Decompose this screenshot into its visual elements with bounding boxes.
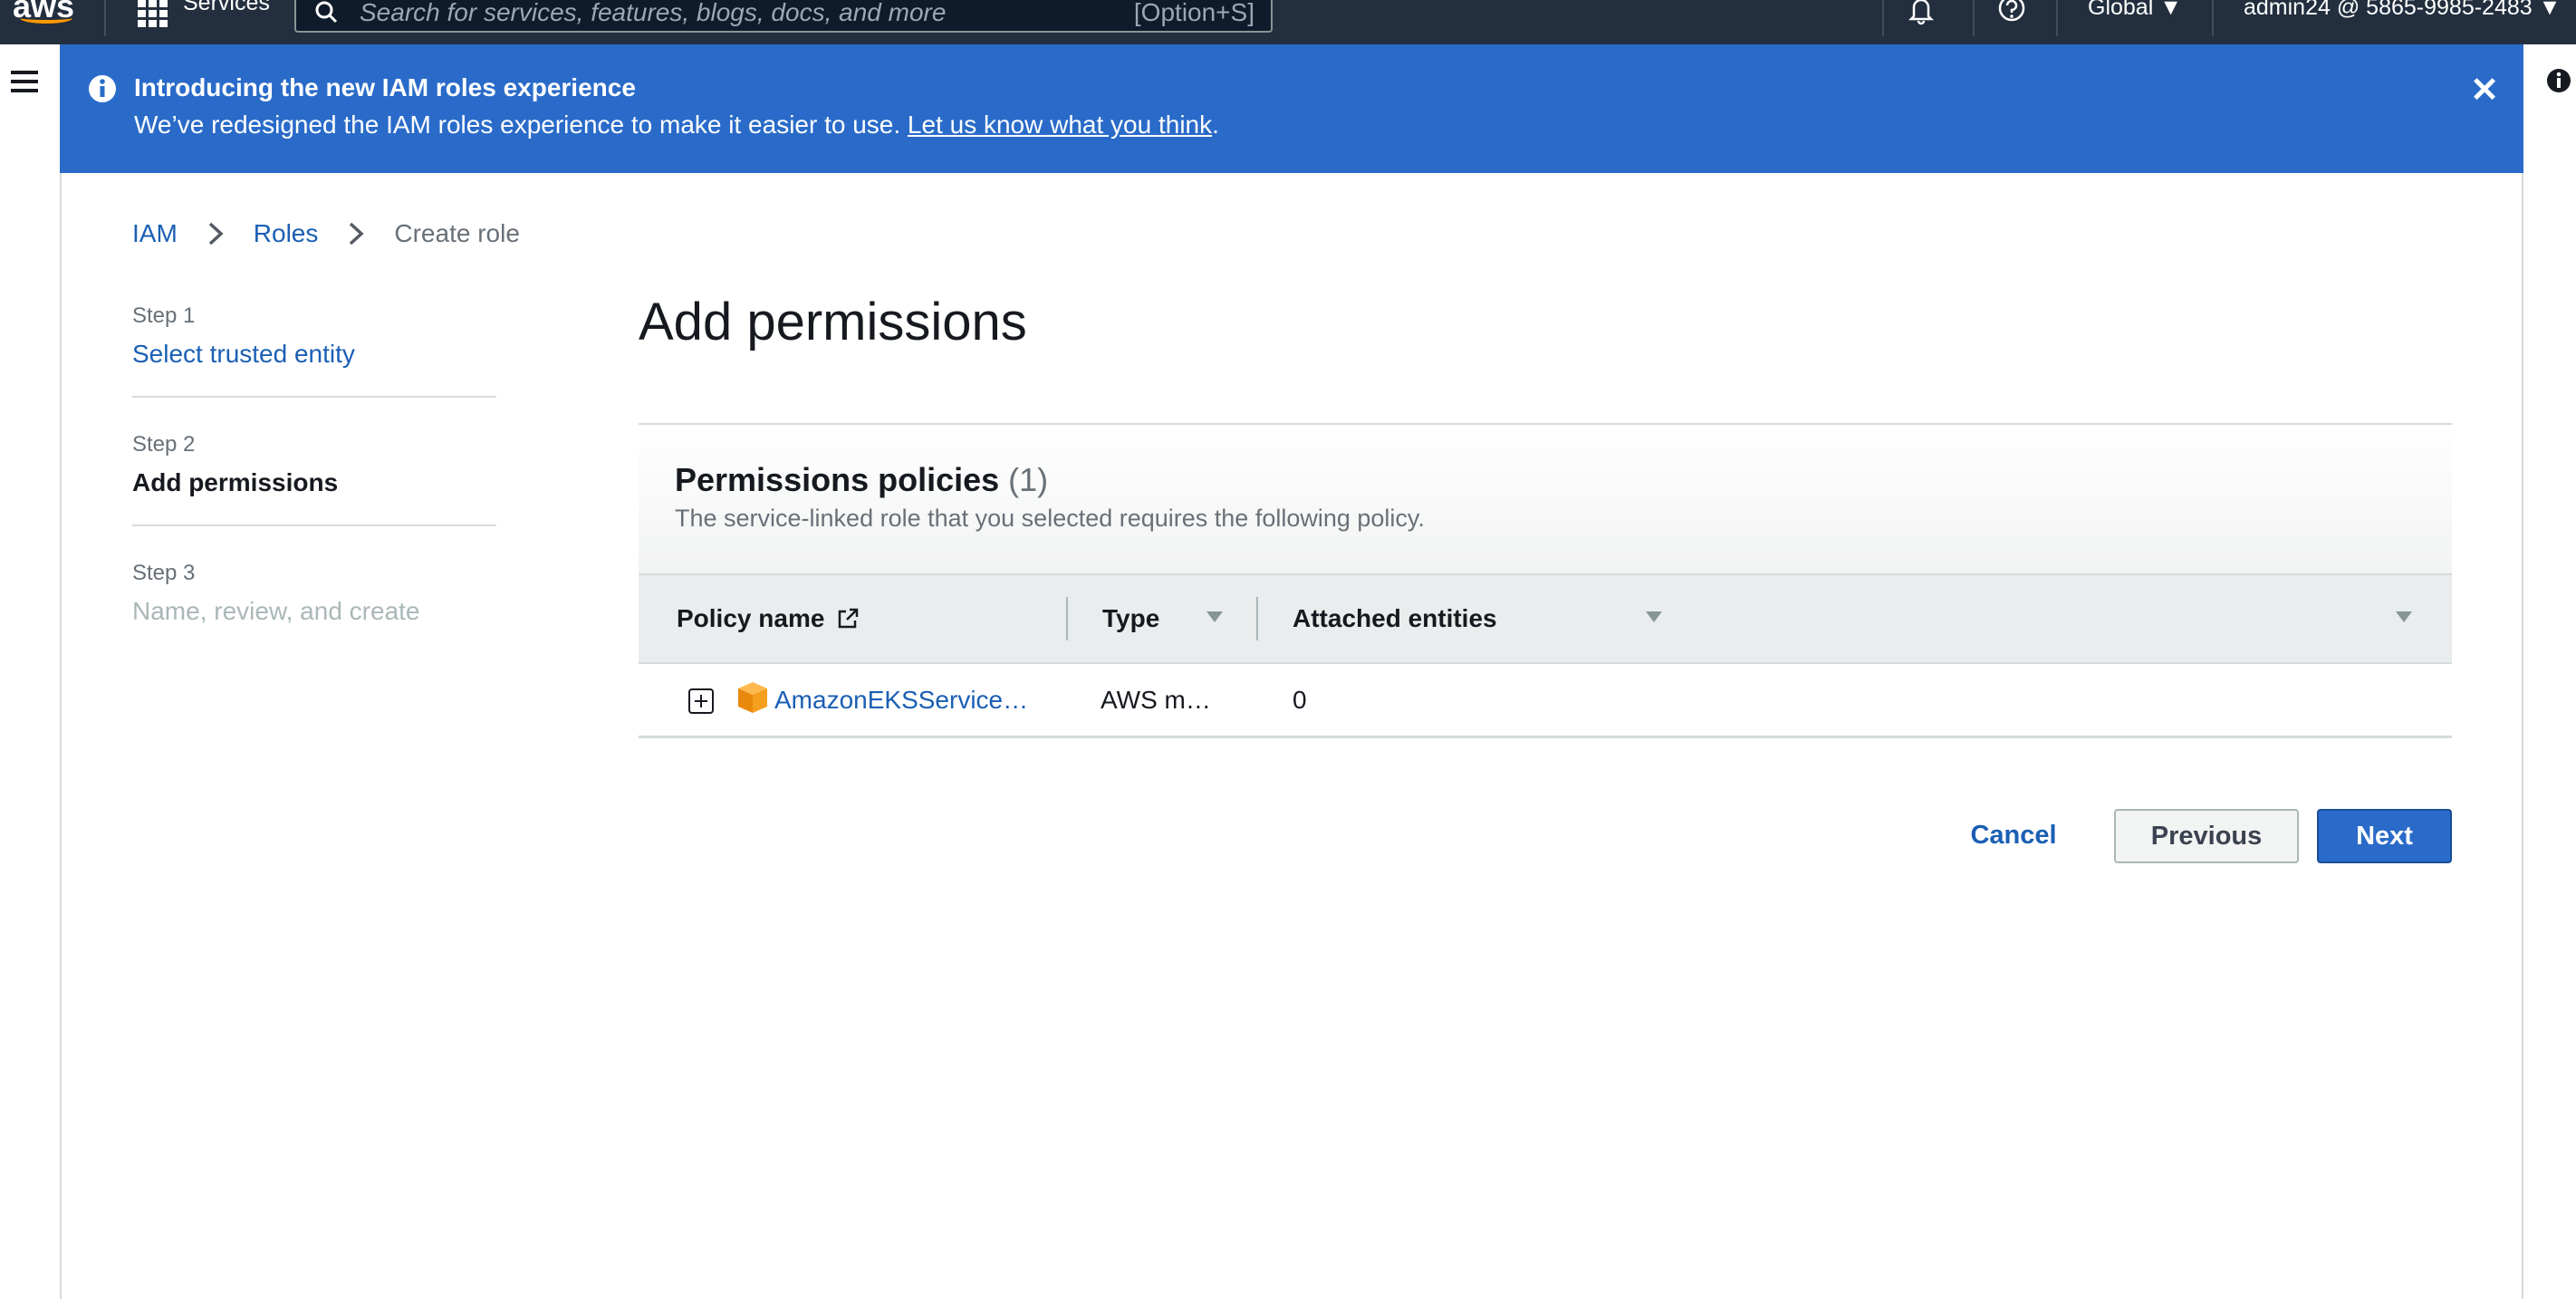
banner-title: Introducing the new IAM roles experience: [134, 73, 636, 101]
banner-text: We’ve redesigned the IAM roles experienc…: [134, 111, 901, 139]
nav-divider: [1882, 0, 1884, 36]
caret-down-icon: ▼: [2538, 0, 2562, 20]
breadcrumb-create-role: Create role: [394, 219, 520, 247]
panel-title-text: Permissions policies: [675, 461, 1000, 498]
previous-button[interactable]: Previous: [2114, 809, 2299, 863]
policy-count: (1): [1008, 461, 1049, 498]
step-number: Step 1: [132, 303, 196, 328]
sort-caret-icon[interactable]: [2396, 611, 2412, 622]
column-label: Type: [1102, 604, 1160, 632]
panel-description: The service-linked role that you selecte…: [675, 505, 1425, 532]
step-link-select-trusted-entity[interactable]: Select trusted entity: [132, 340, 496, 369]
permissions-policies-panel: Permissions policies (1) The service-link…: [639, 423, 2452, 738]
info-panel-icon[interactable]: [2545, 67, 2572, 94]
search-input[interactable]: Search for services, features, blogs, do…: [294, 0, 1273, 33]
nav-divider: [1973, 0, 1975, 36]
left-rail-border: [60, 44, 62, 1299]
panel-title: Permissions policies (1): [675, 461, 1048, 499]
bell-icon[interactable]: [1906, 0, 1937, 25]
attached-entities-cell: 0: [1293, 686, 1307, 714]
column-header-type[interactable]: Type: [1102, 575, 1159, 662]
search-placeholder: Search for services, features, blogs, do…: [360, 0, 947, 26]
nav-divider: [2212, 0, 2214, 36]
feedback-link[interactable]: Let us know what you think: [908, 111, 1212, 139]
step-number: Step 3: [132, 561, 196, 585]
wizard-steps: Step 1 Select trusted entity Step 2 Add …: [132, 303, 496, 688]
account-label: admin24 @ 5865-9985-2483: [2244, 0, 2533, 20]
next-button[interactable]: Next: [2317, 809, 2452, 863]
policy-name-link[interactable]: AmazonEKSService…: [774, 686, 1028, 715]
column-label: Policy name: [677, 604, 825, 632]
top-navigation-bar: aws Services Search for services, featur…: [0, 0, 2576, 44]
wizard-step-2: Step 2 Add permissions: [132, 432, 496, 526]
wizard-step-3: Step 3 Name, review, and create: [132, 561, 496, 653]
aws-managed-policy-icon: [738, 682, 767, 713]
close-icon[interactable]: ✕: [2469, 73, 2500, 108]
hamburger-menu-icon[interactable]: [11, 71, 38, 92]
cancel-button[interactable]: Cancel: [1955, 809, 2072, 861]
policy-type-cell: AWS m…: [1101, 686, 1211, 714]
chevron-right-icon: [350, 222, 364, 245]
info-banner: Introducing the new IAM roles experience…: [60, 44, 2523, 173]
nav-divider: [2056, 0, 2058, 36]
aws-logo-smile: [20, 13, 72, 24]
sort-caret-icon[interactable]: [1646, 611, 1662, 622]
column-label: Attached entities: [1293, 604, 1497, 632]
breadcrumb-iam[interactable]: IAM: [132, 219, 178, 248]
services-menu-button[interactable]: Services: [138, 0, 270, 27]
panel-header: Permissions policies (1) The service-link…: [639, 425, 2452, 573]
column-separator: [1066, 597, 1068, 640]
step-title-name-review-create: Name, review, and create: [132, 597, 420, 625]
banner-period: .: [1212, 111, 1219, 139]
right-rail-border: [2522, 44, 2523, 1299]
table-row: AmazonEKSService… AWS m… 0: [639, 664, 2452, 738]
wizard-step-1: Step 1 Select trusted entity: [132, 303, 496, 398]
sort-caret-icon[interactable]: [1206, 611, 1223, 622]
chevron-right-icon: [208, 222, 224, 245]
page-title: Add permissions: [639, 293, 1027, 351]
breadcrumb: IAM Roles Create role: [132, 219, 520, 248]
account-menu[interactable]: admin24 @ 5865-9985-2483 ▼: [2244, 0, 2561, 21]
step-number: Step 2: [132, 432, 196, 457]
region-selector[interactable]: Global ▼: [2088, 0, 2182, 21]
nav-divider: [104, 0, 106, 36]
services-grid-icon: [138, 0, 168, 27]
banner-message: We’ve redesigned the IAM roles experienc…: [134, 111, 1219, 140]
search-icon: [315, 1, 338, 24]
services-label: Services: [183, 0, 270, 15]
caret-down-icon: ▼: [2159, 0, 2182, 20]
column-separator: [1256, 597, 1258, 640]
external-link-icon: [839, 608, 859, 629]
table-header: Policy name Type Attached entities: [639, 573, 2452, 664]
info-icon: [89, 75, 116, 102]
help-icon[interactable]: [1996, 0, 2027, 25]
column-header-attached-entities[interactable]: Attached entities: [1293, 575, 1497, 662]
breadcrumb-roles[interactable]: Roles: [254, 219, 319, 248]
expand-plus-icon[interactable]: [687, 688, 715, 715]
region-label: Global: [2088, 0, 2154, 20]
column-header-policy-name[interactable]: Policy name: [677, 575, 860, 662]
step-title-add-permissions: Add permissions: [132, 468, 339, 496]
search-shortcut-hint: [Option+S]: [1133, 0, 1254, 26]
